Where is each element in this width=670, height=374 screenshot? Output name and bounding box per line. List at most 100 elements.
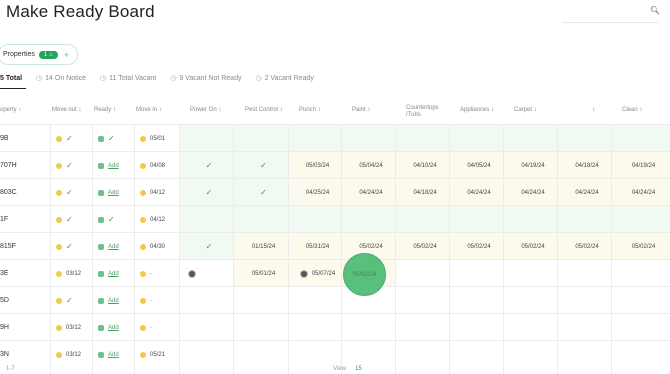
- cell-carpet[interactable]: 04/24/24: [509, 179, 557, 206]
- add-ready-link[interactable]: Add: [108, 190, 119, 196]
- cell-punch[interactable]: 05/31/24: [294, 233, 341, 260]
- cell-appl[interactable]: 04/24/24: [455, 179, 503, 206]
- property-name[interactable]: 9H: [0, 314, 44, 341]
- property-name[interactable]: 1F: [0, 206, 44, 233]
- cell-col11[interactable]: 04/18/24: [563, 152, 611, 179]
- tab-on-notice[interactable]: ◷ 14 On Notice: [36, 74, 86, 83]
- table-row[interactable]: 803C ✓ Add 04/12 ✓ ✓ 04/25/24 04/24/24 04/18/24 0…: [0, 178, 670, 206]
- cell-col11[interactable]: 04/24/24: [563, 179, 611, 206]
- cell-clean[interactable]: 05/02/24: [617, 233, 670, 260]
- cell-carpet: [509, 206, 557, 233]
- tab-total-vacant[interactable]: ◷ 11 Total Vacant: [100, 74, 156, 83]
- moveout-status-icon: [56, 135, 62, 142]
- property-name[interactable]: 707H: [0, 152, 44, 179]
- cell-punch[interactable]: 04/25/24: [294, 179, 341, 206]
- col-move-in[interactable]: Move in ↕: [136, 107, 162, 114]
- table-row[interactable]: 5D ✓ Add -: [0, 286, 670, 314]
- table-row[interactable]: 3E 03/12 Add - 05/01/24 05/07/24: [0, 259, 670, 287]
- tab-vacant-ready[interactable]: ◷ 2 Vacant Ready: [255, 74, 313, 83]
- col-extra[interactable]: ↕: [592, 107, 595, 114]
- table-row[interactable]: 1F ✓ ✓ 04/12: [0, 205, 670, 233]
- property-name[interactable]: 803C: [0, 179, 44, 206]
- cell-counter: [401, 260, 449, 287]
- table-row[interactable]: 707H ✓ Add 04/08 ✓ ✓ 05/03/24 05/04/24 04/10/24 0…: [0, 151, 670, 179]
- search-bar[interactable]: 🔍︎: [562, 5, 662, 23]
- table-row[interactable]: 815F ✓ Add 04/30 ✓ 01/15/24 05/31/24 05/02/24 05…: [0, 232, 670, 260]
- task-date: 05/02/24: [521, 243, 545, 250]
- movein-date: 05/21: [150, 351, 166, 358]
- add-ready-link[interactable]: Add: [108, 325, 119, 331]
- add-ready-link[interactable]: Add: [108, 244, 119, 250]
- add-ready-link[interactable]: Add: [108, 298, 119, 304]
- cell-carpet: [509, 341, 557, 368]
- cell-clean[interactable]: 04/19/24: [617, 152, 670, 179]
- col-countertops[interactable]: Countertops /Tubs: [406, 105, 446, 119]
- clock-icon: ◷: [100, 75, 107, 82]
- ready-status-icon: [98, 324, 104, 331]
- ready-status-icon: [98, 189, 104, 196]
- col-property[interactable]: operty ↕: [0, 107, 21, 114]
- search-icon[interactable]: 🔍︎: [650, 6, 660, 15]
- cell-moveout_date: 03/12: [56, 314, 92, 341]
- col-move-out[interactable]: Move out ↕: [52, 107, 81, 114]
- property-name[interactable]: 5D: [0, 287, 44, 314]
- table-row[interactable]: 3N 03/12 Add 05/21: [0, 340, 670, 368]
- cell-clean[interactable]: 04/24/24: [617, 179, 670, 206]
- property-name[interactable]: 3N: [0, 341, 44, 368]
- col-ready[interactable]: Ready ↕: [94, 107, 116, 114]
- cell-punch[interactable]: 05/07/24: [294, 260, 341, 287]
- col-punch[interactable]: Punch ↕: [299, 107, 321, 114]
- cell-carpet[interactable]: 05/02/24: [509, 233, 557, 260]
- check-icon: ✓: [66, 161, 73, 170]
- cell-appl: [455, 206, 503, 233]
- ready-status-icon: [98, 216, 104, 223]
- cell-pest[interactable]: 01/15/24: [239, 233, 288, 260]
- cell-clean: [617, 260, 670, 287]
- cell-col11[interactable]: 05/02/24: [563, 233, 611, 260]
- moveout-status-icon: [56, 189, 62, 196]
- movein-status-icon: [140, 135, 146, 142]
- movein-status-icon: [140, 351, 146, 358]
- task-date: 05/07/24: [311, 270, 336, 277]
- cell-punch[interactable]: 05/03/24: [294, 152, 341, 179]
- properties-filter[interactable]: Properties 1 ⌂ +: [0, 44, 79, 65]
- cell-counter[interactable]: 05/02/24: [401, 233, 449, 260]
- ready-status-icon: [98, 243, 104, 250]
- col-clean[interactable]: Clean ↕: [622, 107, 642, 114]
- cell-pest[interactable]: 05/01/24: [239, 260, 288, 287]
- check-icon: ✓: [66, 215, 73, 224]
- cell-appl: [455, 287, 503, 314]
- table-row[interactable]: 9B ✓ ✓ 05/01: [0, 124, 670, 152]
- cell-carpet[interactable]: 04/19/24: [509, 152, 557, 179]
- add-ready-link[interactable]: Add: [108, 271, 119, 277]
- add-ready-link[interactable]: Add: [108, 352, 119, 358]
- view-select[interactable]: 15: [355, 366, 362, 372]
- table-row[interactable]: 9H 03/12 Add -: [0, 313, 670, 341]
- home-icon: ⌂: [49, 51, 53, 58]
- col-carpet[interactable]: Carpet ↕: [514, 107, 537, 114]
- col-pest-control[interactable]: Pest Control ↕: [245, 107, 283, 114]
- add-ready-link[interactable]: Add: [108, 163, 119, 169]
- cell-ready: Add: [98, 152, 134, 179]
- cell-appl[interactable]: 04/05/24: [455, 152, 503, 179]
- col-paint[interactable]: Paint ↕: [352, 107, 370, 114]
- property-name[interactable]: 815F: [0, 233, 44, 260]
- col-appliances[interactable]: Appliances ↕: [460, 107, 494, 114]
- cell-paint: [347, 314, 395, 341]
- tab-vacant-not-ready[interactable]: ◷ 9 Vacant Not Ready: [170, 74, 241, 83]
- cell-paint[interactable]: 05/04/24: [347, 152, 395, 179]
- cell-paint[interactable]: 04/24/24: [347, 179, 395, 206]
- cell-power: [185, 260, 233, 287]
- add-property-button[interactable]: +: [64, 50, 69, 60]
- moveout-status-icon: [56, 324, 62, 331]
- cell-counter[interactable]: 04/18/24: [401, 179, 449, 206]
- tab-total[interactable]: 5 Total: [0, 74, 22, 82]
- moveout-status-icon: [56, 351, 62, 358]
- cell-appl[interactable]: 05/02/24: [455, 233, 503, 260]
- assignee-avatar: [188, 269, 196, 278]
- property-name[interactable]: 9B: [0, 125, 44, 152]
- col-power-on[interactable]: Power On ↕: [190, 107, 221, 114]
- cell-counter[interactable]: 04/10/24: [401, 152, 449, 179]
- property-name[interactable]: 3E: [0, 260, 44, 287]
- cell-paint: [347, 341, 395, 368]
